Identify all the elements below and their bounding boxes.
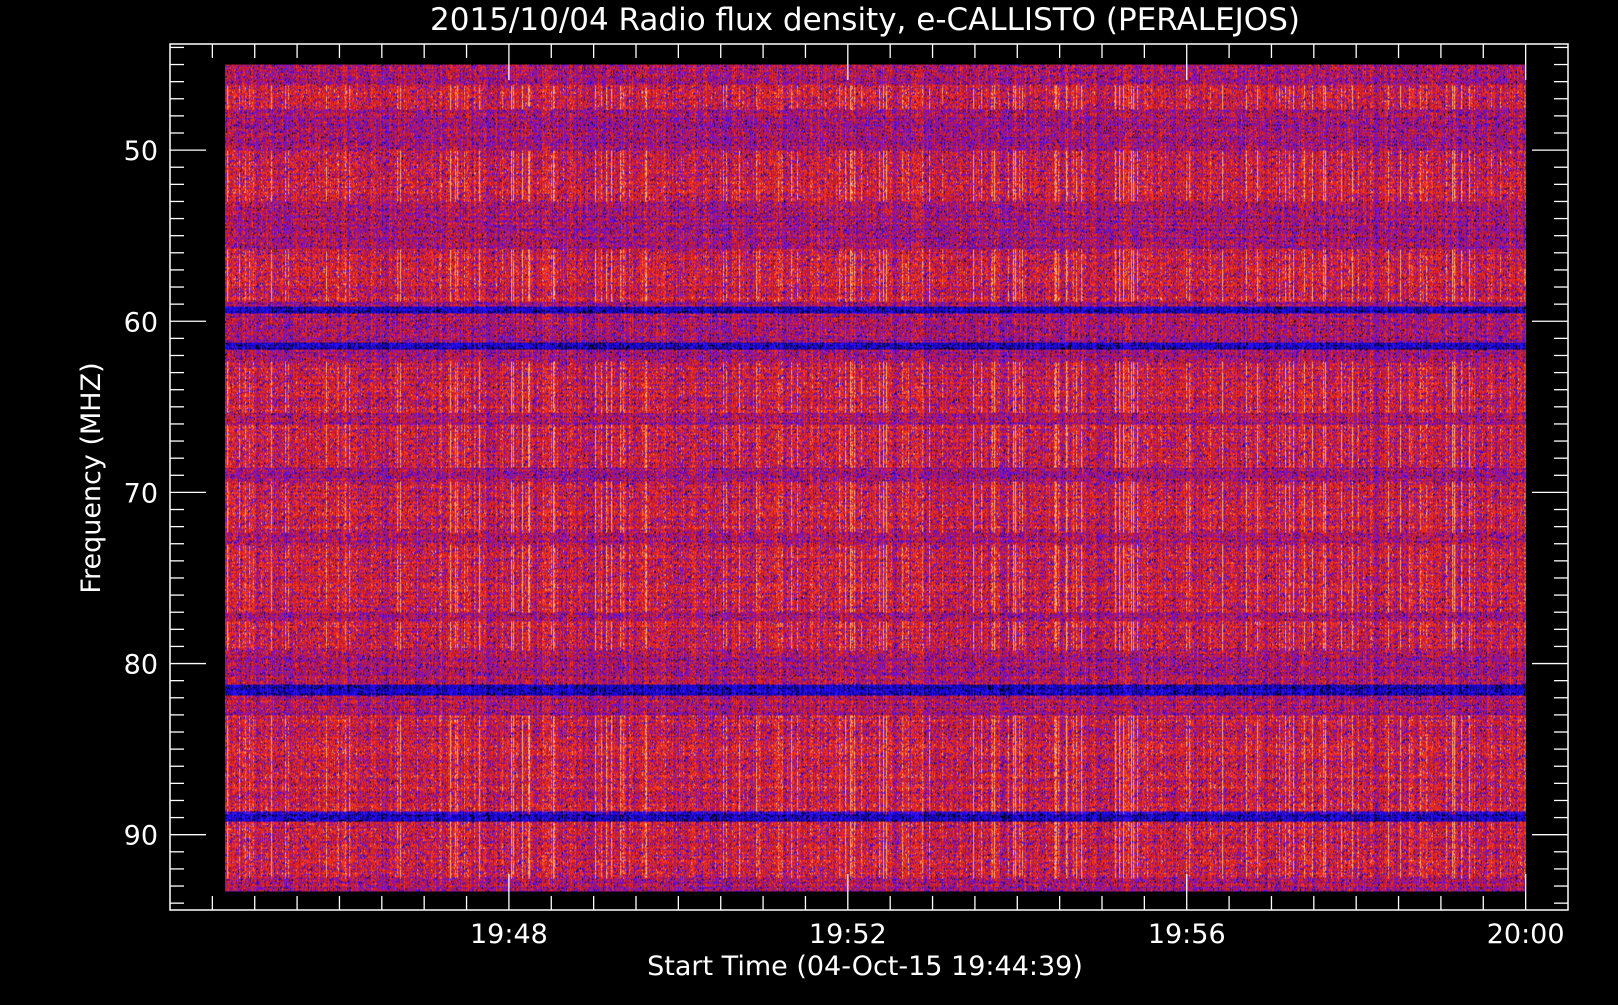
y-axis-label: Frequency (MHZ) bbox=[76, 362, 107, 593]
x-tick-label: 19:52 bbox=[809, 919, 887, 950]
chart-svg: 2015/10/04 Radio flux density, e-CALLIST… bbox=[0, 0, 1618, 1000]
y-tick-label: 90 bbox=[124, 821, 158, 852]
x-tick-label: 20:00 bbox=[1487, 919, 1565, 950]
heatmap-image bbox=[225, 64, 1527, 892]
spectrogram-chart: 2015/10/04 Radio flux density, e-CALLIST… bbox=[0, 0, 1618, 1000]
heatmap bbox=[225, 64, 1527, 892]
x-tick-label: 19:48 bbox=[470, 919, 548, 950]
chart-title: 2015/10/04 Radio flux density, e-CALLIST… bbox=[430, 2, 1300, 38]
x-axis-label: Start Time (04-Oct-15 19:44:39) bbox=[647, 951, 1083, 982]
y-tick-label: 80 bbox=[124, 650, 158, 681]
y-tick-label: 60 bbox=[124, 307, 158, 338]
y-tick-label: 70 bbox=[124, 478, 158, 509]
y-tick-label: 50 bbox=[124, 136, 158, 167]
x-tick-label: 19:56 bbox=[1148, 919, 1226, 950]
